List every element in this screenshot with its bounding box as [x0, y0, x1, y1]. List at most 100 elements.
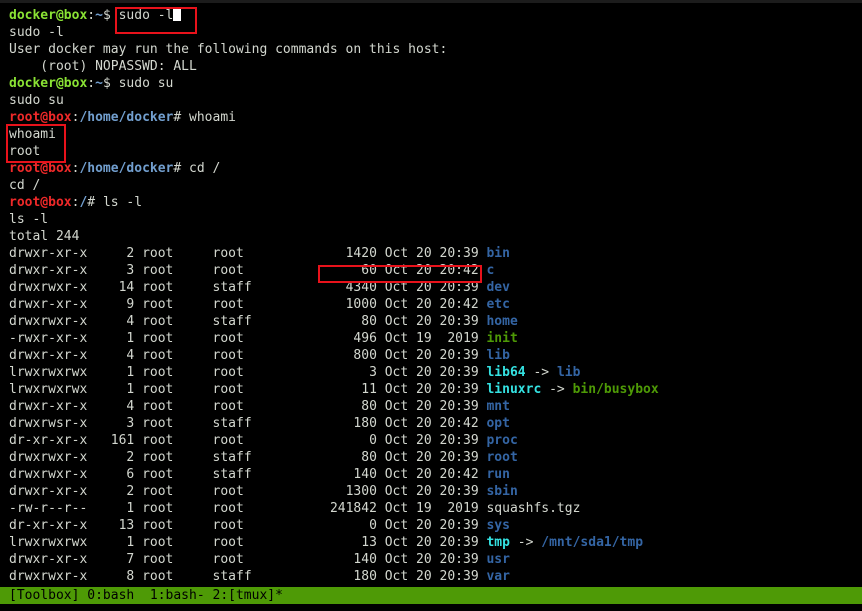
output-text: total 244	[9, 229, 80, 244]
prompt-path: /home/docker	[79, 161, 174, 176]
ls-link-target: bin/busybox	[572, 382, 659, 397]
ls-size: 80	[282, 450, 377, 465]
ls-links: 4	[95, 314, 135, 329]
ls-row: lrwxrwxrwx 1 root root 13 Oct 20 20:39 t…	[9, 534, 854, 551]
ls-row: drwxr-xr-x 3 root root 60 Oct 20 20:42 c	[9, 262, 854, 279]
terminal-output[interactable]: docker@box:~$ sudo -l sudo -l User docker …	[9, 7, 854, 585]
ls-links: 4	[95, 399, 135, 414]
ls-row: drwxrwxr-x 6 root staff 140 Oct 20 20:42…	[9, 466, 854, 483]
ls-date: Oct 20 20:39	[384, 348, 479, 363]
ls-date: Oct 20 20:39	[384, 569, 479, 584]
ls-name: linuxrc	[486, 382, 542, 397]
ls-link-arrow: ->	[525, 365, 557, 380]
window-bottom-edge	[0, 604, 862, 611]
ls-size: 11	[282, 382, 377, 397]
output-text: (root) NOPASSWD: ALL	[9, 59, 197, 74]
ls-size: 496	[282, 331, 377, 346]
ls-group: root	[212, 399, 276, 414]
ls-links: 14	[95, 280, 135, 295]
ls-permissions: drwxr-xr-x	[9, 552, 88, 567]
prompt-line: docker@box:~$ sudo -l	[9, 7, 854, 24]
prompt-user: docker@box	[9, 8, 88, 23]
prompt-line: docker@box:~$ sudo su	[9, 75, 854, 92]
output-text: root	[9, 144, 41, 159]
ls-name: init	[486, 331, 518, 346]
ls-permissions: -rwxr-xr-x	[9, 331, 88, 346]
ls-size: 140	[282, 467, 377, 482]
prompt-symbol: #	[173, 110, 190, 125]
ls-owner: root	[142, 552, 205, 567]
output-line: User docker may run the following comman…	[9, 41, 854, 58]
prompt-user: root@box	[9, 195, 72, 210]
ls-group: root	[212, 331, 276, 346]
ls-size: 13	[282, 535, 377, 550]
ls-links: 8	[95, 569, 135, 584]
ls-row: drwxrwxr-x 4 root staff 80 Oct 20 20:39 …	[9, 313, 854, 330]
ls-link-target: lib	[556, 365, 581, 380]
ls-group: staff	[212, 450, 276, 465]
ls-date: Oct 20 20:42	[384, 467, 479, 482]
prompt-symbol: #	[173, 161, 190, 176]
ls-permissions: drwxr-xr-x	[9, 297, 88, 312]
ls-links: 2	[95, 450, 135, 465]
ls-links: 4	[95, 348, 135, 363]
ls-group: staff	[212, 314, 276, 329]
prompt-symbol: $	[102, 8, 119, 23]
terminal-window[interactable]: docker@box:~$ sudo -l sudo -l User docker …	[0, 0, 862, 611]
ls-permissions: lrwxrwxrwx	[9, 382, 88, 397]
ls-row: drwxr-xr-x 7 root root 140 Oct 20 20:39 …	[9, 551, 854, 568]
ls-row: lrwxrwxrwx 1 root root 3 Oct 20 20:39 li…	[9, 364, 854, 381]
ls-size: 1420	[282, 246, 377, 261]
tmux-status-bar[interactable]: [Toolbox] 0:bash 1:bash- 2:[tmux]*	[0, 587, 862, 604]
ls-name: proc	[486, 433, 518, 448]
ls-links: 1	[95, 365, 135, 380]
ls-owner: root	[142, 314, 205, 329]
ls-permissions: -rw-r--r--	[9, 501, 88, 516]
ls-date: Oct 20 20:39	[384, 450, 479, 465]
ls-permissions: drwxrwxr-x	[9, 450, 88, 465]
window-top-edge	[0, 0, 862, 3]
ls-name: etc	[486, 297, 510, 312]
ls-row: -rw-r--r-- 1 root root 241842 Oct 19 201…	[9, 500, 854, 517]
ls-name: sbin	[486, 484, 518, 499]
output-line: sudo -l	[9, 24, 854, 41]
ls-date: Oct 20 20:42	[384, 416, 479, 431]
ls-size: 180	[282, 416, 377, 431]
prompt-symbol: $	[102, 76, 119, 91]
ls-links: 13	[95, 518, 135, 533]
ls-link-target: /mnt/sda1/tmp	[541, 535, 644, 550]
ls-date: Oct 20 20:39	[384, 246, 479, 261]
ls-links: 6	[95, 467, 135, 482]
prompt-line: root@box:/home/docker# whoami	[9, 109, 854, 126]
ls-name: root	[486, 450, 518, 465]
ls-date: Oct 20 20:39	[384, 552, 479, 567]
ls-links: 3	[95, 263, 135, 278]
ls-name: lib64	[486, 365, 526, 380]
ls-owner: root	[142, 569, 205, 584]
ls-links: 1	[95, 501, 135, 516]
ls-size: 0	[282, 433, 377, 448]
ls-links: 1	[95, 331, 135, 346]
ls-size: 80	[282, 314, 377, 329]
output-text: whoami	[9, 127, 56, 142]
ls-size: 1300	[282, 484, 377, 499]
ls-row: drwxr-xr-x 4 root root 800 Oct 20 20:39 …	[9, 347, 854, 364]
ls-permissions: lrwxrwxrwx	[9, 365, 88, 380]
ls-name: var	[486, 569, 510, 584]
ls-owner: root	[142, 280, 205, 295]
ls-owner: root	[142, 331, 205, 346]
ls-owner: root	[142, 467, 205, 482]
ls-owner: root	[142, 348, 205, 363]
ls-date: Oct 20 20:42	[384, 297, 479, 312]
output-line: sudo su	[9, 92, 854, 109]
ls-group: root	[212, 297, 276, 312]
ls-size: 800	[282, 348, 377, 363]
ls-permissions: dr-xr-xr-x	[9, 433, 88, 448]
ls-date: Oct 20 20:39	[384, 518, 479, 533]
ls-size: 80	[282, 399, 377, 414]
ls-size: 4340	[282, 280, 377, 295]
ls-row: -rwxr-xr-x 1 root root 496 Oct 19 2019 i…	[9, 330, 854, 347]
ls-owner: root	[142, 518, 205, 533]
ls-owner: root	[142, 535, 205, 550]
output-text: sudo su	[9, 93, 64, 108]
